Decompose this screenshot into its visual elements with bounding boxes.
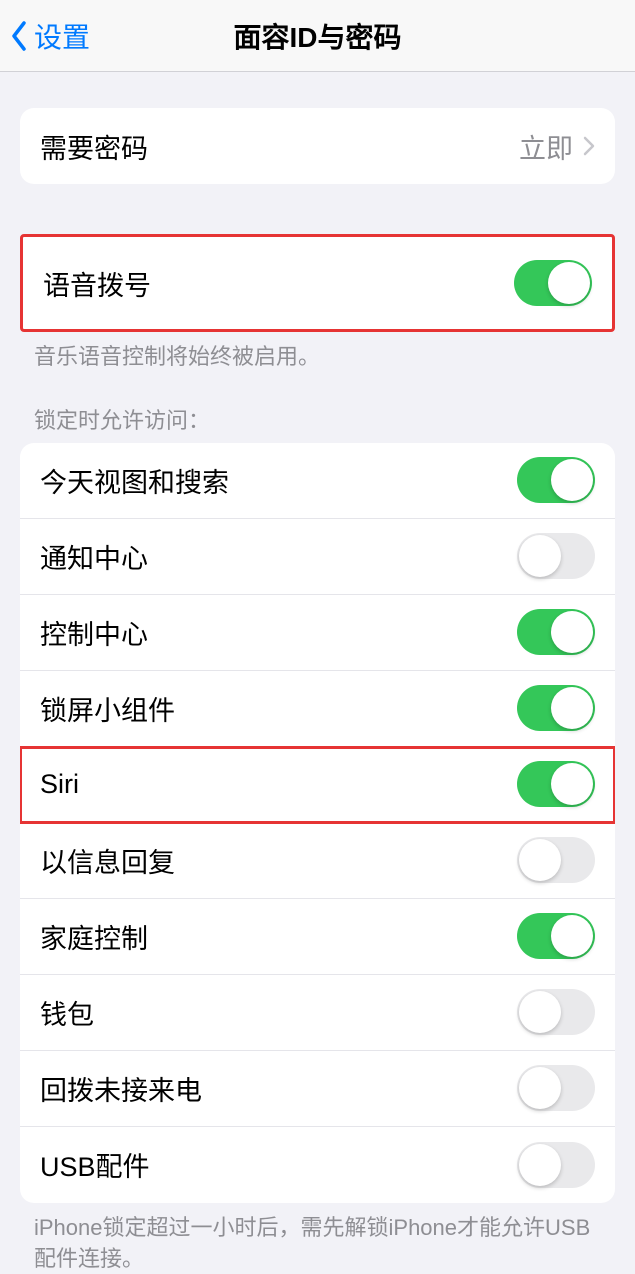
locked-access-toggle[interactable]: [517, 837, 595, 883]
locked-access-toggle[interactable]: [517, 685, 595, 731]
page-title: 面容ID与密码: [0, 16, 635, 56]
locked-access-label: USB配件: [40, 1145, 517, 1184]
voice-dial-label: 语音拨号: [43, 264, 514, 303]
voice-dial-group: 语音拨号: [20, 234, 615, 332]
require-passcode-row[interactable]: 需要密码 立即: [20, 108, 615, 184]
locked-access-row: 控制中心: [20, 595, 615, 671]
locked-access-label: 钱包: [40, 993, 517, 1032]
locked-access-row: USB配件: [20, 1127, 615, 1203]
locked-access-label: 以信息回复: [40, 841, 517, 880]
locked-access-row: 钱包: [20, 975, 615, 1051]
require-passcode-label: 需要密码: [40, 127, 519, 166]
locked-access-toggle[interactable]: [517, 609, 595, 655]
locked-access-row: Siri: [20, 747, 615, 823]
chevron-left-icon: [10, 21, 28, 51]
locked-access-group: 今天视图和搜索通知中心控制中心锁屏小组件 Siri 以信息回复家庭控制钱包回拨未接来…: [20, 443, 615, 1203]
back-label: 设置: [34, 16, 90, 56]
locked-access-toggle[interactable]: [517, 1142, 595, 1188]
locked-access-toggle[interactable]: [517, 913, 595, 959]
locked-access-label: Siri: [40, 769, 517, 800]
locked-access-row: 回拨未接来电: [20, 1051, 615, 1127]
locked-access-label: 家庭控制: [40, 917, 517, 956]
back-button[interactable]: 设置: [0, 16, 90, 56]
locked-access-toggle[interactable]: [517, 533, 595, 579]
require-passcode-value: 立即: [519, 127, 573, 166]
chevron-right-icon: [583, 136, 595, 156]
voice-dial-toggle[interactable]: [514, 260, 592, 306]
navigation-bar: 设置 面容ID与密码: [0, 0, 635, 72]
voice-dial-row: 语音拨号: [23, 237, 612, 329]
locked-access-label: 锁屏小组件: [40, 689, 517, 728]
locked-access-toggle[interactable]: [517, 761, 595, 807]
locked-access-row: 通知中心: [20, 519, 615, 595]
locked-access-footer: iPhone锁定超过一小时后，需先解锁iPhone才能允许USB配件连接。: [0, 1203, 635, 1274]
locked-access-toggle[interactable]: [517, 1065, 595, 1111]
voice-dial-footer: 音乐语音控制将始终被启用。: [0, 332, 635, 373]
locked-access-toggle[interactable]: [517, 989, 595, 1035]
locked-access-label: 控制中心: [40, 613, 517, 652]
locked-access-label: 今天视图和搜索: [40, 461, 517, 500]
locked-access-label: 通知中心: [40, 537, 517, 576]
locked-access-header: 锁定时允许访问：: [0, 373, 635, 443]
locked-access-toggle[interactable]: [517, 457, 595, 503]
locked-access-row: 今天视图和搜索: [20, 443, 615, 519]
locked-access-row: 家庭控制: [20, 899, 615, 975]
require-passcode-group: 需要密码 立即: [20, 108, 615, 184]
locked-access-label: 回拨未接来电: [40, 1069, 517, 1108]
locked-access-row: 锁屏小组件: [20, 671, 615, 747]
locked-access-row: 以信息回复: [20, 823, 615, 899]
